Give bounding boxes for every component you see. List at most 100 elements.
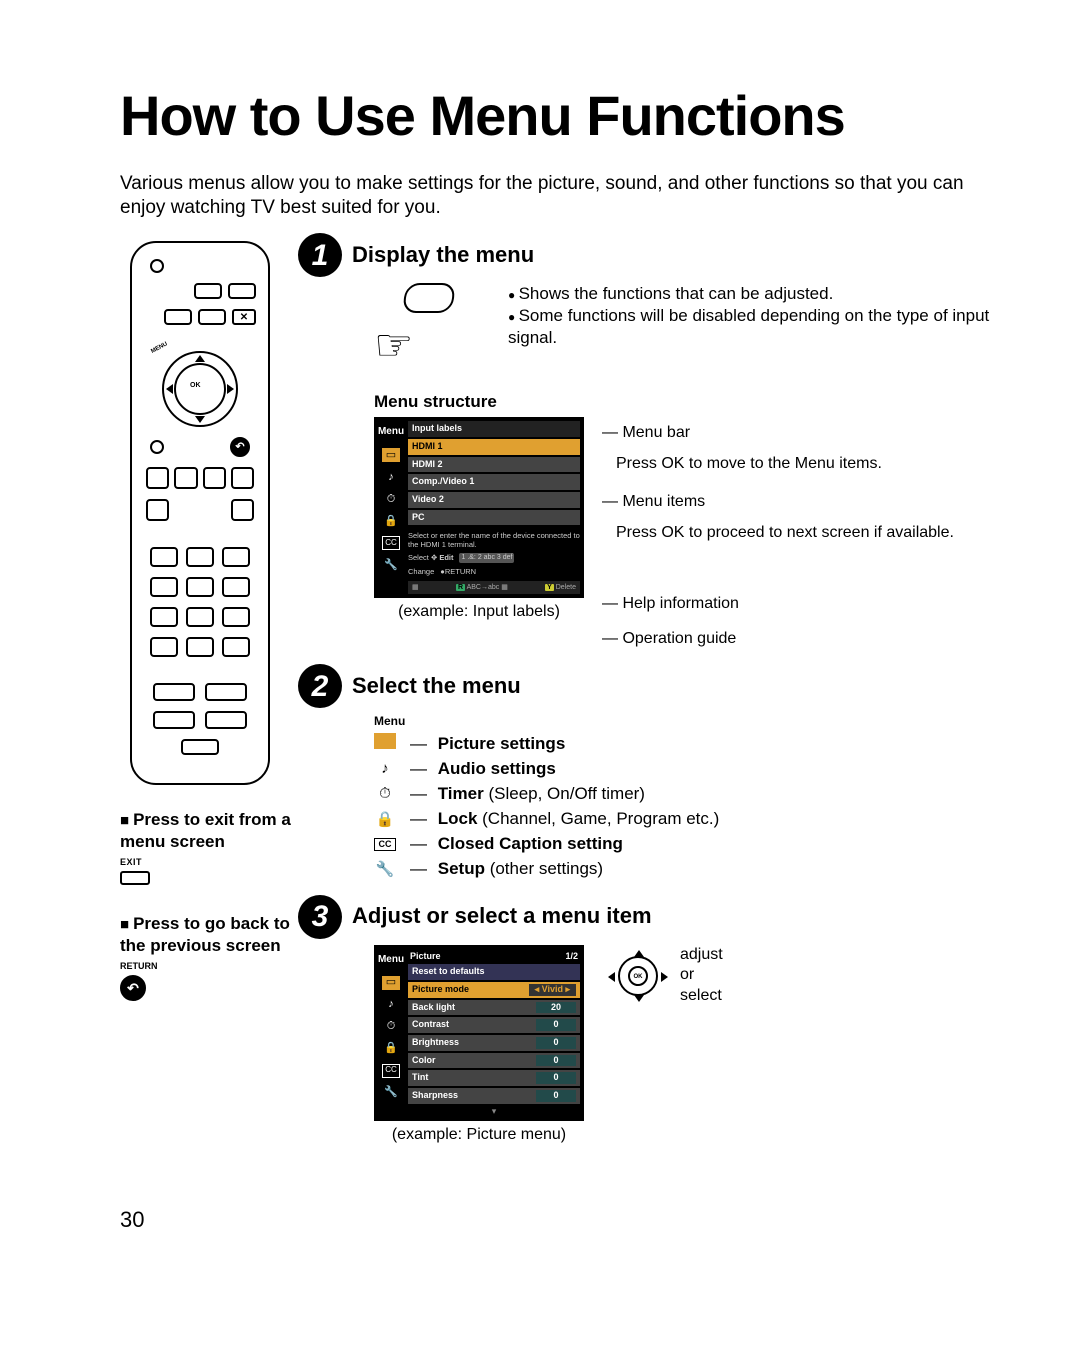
annot: Help information [602,588,954,619]
adjust-select-label: adjust or select [680,945,723,1007]
tv-page: 1/2 [565,951,578,963]
remote-btn [174,467,197,489]
tv-item: Sharpness [412,1090,458,1102]
remote-btn [186,547,214,567]
tv-menu-label: Menu [378,425,404,438]
step-2-title: Select the menu [352,672,521,701]
ok-label: OK [628,966,648,986]
annot: Menu bar [622,424,690,441]
remote-btn [194,283,222,299]
menu-item: Timer [438,784,484,803]
tv-item: HDMI 1 [408,439,580,455]
back-hint: ■Press to go back to the previous screen [120,913,320,957]
intro-text: Various menus allow you to make settings… [120,172,1000,221]
annot: Press OK to proceed to next screen if av… [616,524,954,541]
page-number: 30 [120,1206,1020,1235]
annotations: Menu bar Press OK to move to the Menu ite… [602,417,954,654]
remote-btn [150,547,178,567]
setup-icon: 🔧 [382,1086,400,1100]
tv-item: Tint [412,1072,428,1084]
menu-item: Setup [438,859,485,878]
menu-item: Picture settings [438,734,566,753]
remote-btn [150,637,178,657]
tv-item: HDMI 2 [408,457,580,473]
remote-btn [203,467,226,489]
remote-btn [164,309,192,325]
tv-header: Picture [410,951,441,963]
menu-item-desc: (Sleep, On/Off timer) [484,784,645,803]
menu-category-list: Menu Picture settings ♪ Audio settings ⏱ T… [374,714,1020,880]
remote-btn [231,467,254,489]
tv-item: Picture mode [412,984,469,996]
note: Shows the functions that can be adjusted… [508,283,1020,305]
note: Some functions will be disabled dependin… [508,305,1020,349]
tv-screen-picture: Menu ▭ ♪ ⏱ 🔒 CC 🔧 Picture1/2 Reset to de… [374,945,584,1122]
remote-btn [222,547,250,567]
return-icon: ↶ [230,437,250,457]
remote-btn [181,739,219,755]
tv-operation-guide: Select ✥ Edit 1 .&: 2 abc 3 def [408,553,580,563]
page-title: How to Use Menu Functions [120,80,1020,153]
remote-btn [186,637,214,657]
tv-item: Reset to defaults [412,966,485,978]
picture-icon: ▭ [382,976,400,990]
remote-btn [205,683,247,701]
menu-label: MENU [149,341,170,357]
audio-icon: ♪ [382,998,400,1012]
exit-hint-text: Press to exit from a menu screen [120,810,291,851]
remote-btn [150,607,178,627]
menu-item: Closed Caption setting [438,834,623,853]
remote-btn [150,440,164,454]
remote-btn [150,577,178,597]
menu-item: Audio settings [438,759,556,778]
annot: Press OK to move to the Menu items. [616,455,882,472]
exit-label: EXIT [120,857,320,869]
remote-btn [222,577,250,597]
press-menu-graphic: ☞ [374,283,484,373]
ok-label: OK [190,381,201,390]
setup-icon: 🔧 [382,558,400,572]
audio-icon: ♪ [374,759,396,779]
remote-btn [198,309,226,325]
tv-help: Select or enter the name of the device c… [408,531,580,549]
adjust-select-control: OK adjust or select [608,945,723,1007]
remote-btn [205,711,247,729]
exit-button-icon [120,871,150,885]
remote-outline: ✕ MENU OK ↶ [130,241,270,785]
lock-icon: 🔒 [374,810,396,830]
tv-item: PC [408,510,580,526]
remote-btn [222,637,250,657]
tv-header: Input labels [408,421,580,437]
menu-item: Lock [438,809,478,828]
remote-btn [153,683,195,701]
timer-icon: ⏱ [374,784,396,804]
picture-icon [374,733,396,749]
tv-footer: ▦ R ABC→abc ▦ Y Delete [408,581,580,594]
cc-icon: CC [374,838,396,852]
lock-icon: 🔒 [382,1042,400,1056]
tv-item: Comp./Video 1 [408,474,580,490]
example-label: (example: Picture menu) [374,1125,584,1146]
audio-icon: ♪ [382,470,400,484]
tv-screen-input-labels: Menu ▭ ♪ ⏱ 🔒 CC 🔧 Input labels HDMI 1 HD… [374,417,584,598]
return-button-icon: ↶ [120,975,146,1001]
exit-icon: ✕ [232,309,256,325]
dpad: MENU OK [162,351,238,427]
menu-item-desc: (other settings) [485,859,603,878]
cc-icon: CC [382,536,400,550]
menu-label: Menu [374,714,414,730]
timer-icon: ⏱ [382,1020,400,1034]
remote-btn [186,577,214,597]
menu-structure-label: Menu structure [374,391,1020,413]
step-1-notes: Shows the functions that can be adjusted… [508,283,1020,349]
example-label: (example: Input labels) [374,602,584,623]
lock-icon: 🔒 [382,514,400,528]
step-3-title: Adjust or select a menu item [352,902,652,931]
picture-icon: ▭ [382,448,400,462]
remote-btn [231,499,254,521]
remote-btn [222,607,250,627]
step-2-badge: 2 [298,664,342,708]
remote-btn [146,467,169,489]
step-1-badge: 1 [298,233,342,277]
hand-icon: ☞ [374,317,413,374]
